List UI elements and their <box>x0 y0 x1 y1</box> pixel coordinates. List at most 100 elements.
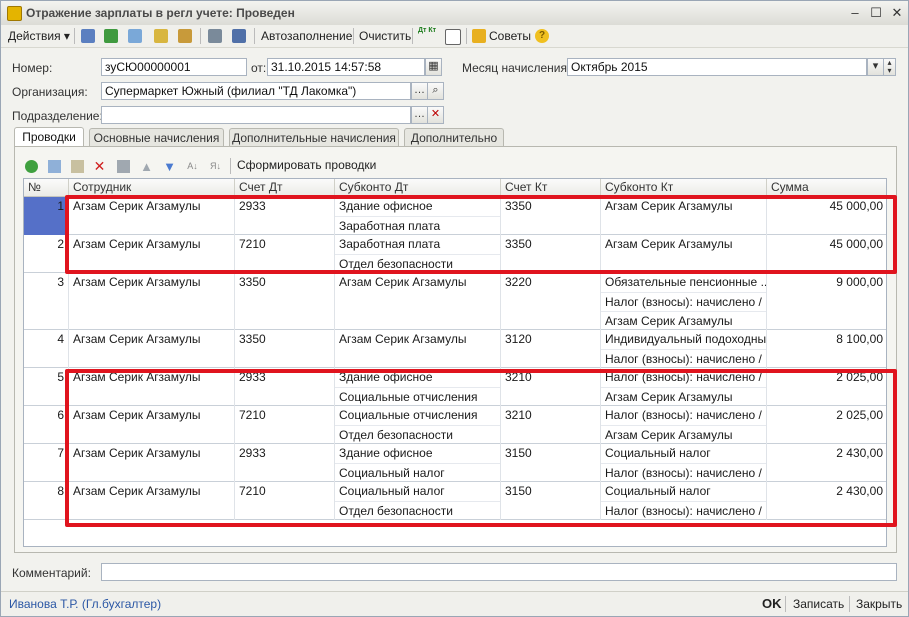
table-row[interactable]: 4 Агзам Серик Агзамулы 3350 Агзам Серик Агз… <box>24 330 886 368</box>
org-select-button[interactable]: … <box>411 82 428 100</box>
current-user-link[interactable]: Иванова Т.Р. (Гл.бухгалтер) <box>9 597 161 611</box>
cell-text: Агзам Серик Агзамулы <box>73 332 201 346</box>
cell-text: Агзам Серик Агзамулы <box>339 332 467 346</box>
cell-text: 3120 <box>505 332 532 346</box>
post-icon[interactable] <box>81 29 95 43</box>
ok-button[interactable]: OK <box>762 596 782 611</box>
cell-text: 6 <box>57 408 64 422</box>
tree-icon[interactable] <box>232 29 246 43</box>
copy-row-icon[interactable] <box>48 160 61 173</box>
col-debit-account[interactable]: Счет Дт <box>235 179 335 196</box>
cell-n[interactable]: 5 <box>24 368 69 406</box>
tab-additional[interactable]: Дополнительно <box>404 128 504 146</box>
month-stepper-icon[interactable]: ▴ ▾ <box>883 58 896 76</box>
cell-text: Налог (взносы): начислено / ... <box>601 292 766 311</box>
refresh-icon[interactable] <box>104 29 118 43</box>
close-button[interactable]: Закрыть <box>856 597 902 611</box>
date-label: от: <box>251 61 267 75</box>
cell-text: 3220 <box>505 275 532 289</box>
cell-dt[interactable]: 3350 <box>235 330 335 368</box>
save-button[interactable]: Записать <box>793 597 844 611</box>
date-field[interactable]: 31.10.2015 14:57:58 <box>267 58 425 76</box>
title-bar: Отражение зарплаты в регл учете: Проведе… <box>1 1 908 26</box>
help-icon[interactable]: ? <box>535 29 549 43</box>
autofill-button[interactable]: Автозаполнение <box>261 27 352 45</box>
print-icon[interactable] <box>445 29 461 45</box>
cell-n[interactable]: 8 <box>24 482 69 520</box>
org-open-icon[interactable]: ⌕ <box>427 82 444 100</box>
col-debit-subconto[interactable]: Субконто Дт <box>335 179 501 196</box>
cell-text: Агзам Серик Агзамулы <box>73 275 201 289</box>
col-credit-account[interactable]: Счет Кт <box>501 179 601 196</box>
col-employee[interactable]: Сотрудник <box>69 179 235 196</box>
cell-sum[interactable]: 9 000,00 <box>767 273 886 330</box>
cell-text: Агзам Серик Агзамулы <box>339 275 467 289</box>
month-dropdown-icon[interactable]: ▾ <box>867 58 884 76</box>
cell-n[interactable]: 3 <box>24 273 69 330</box>
cell-text: 8 100,00 <box>836 332 883 346</box>
delete-row-icon[interactable]: ✕ <box>93 159 106 173</box>
cell-text: 3350 <box>239 332 266 346</box>
tab-postings[interactable]: Проводки <box>14 127 84 147</box>
cell-kt[interactable]: 3120 <box>501 330 601 368</box>
toolbar: Действия ▾ Автозаполнение Очистить Дт Кт… <box>1 25 908 48</box>
cell-sub-kt[interactable]: Индивидуальный подоходны... Налог (взносы… <box>601 330 767 368</box>
month-field[interactable]: Октябрь 2015 <box>567 58 867 76</box>
window-title: Отражение зарплаты в регл учете: Проведе… <box>26 6 295 20</box>
clear-button[interactable]: Очистить <box>359 27 411 45</box>
status-bar: Иванова Т.Р. (Гл.бухгалтер) OK Записать … <box>1 591 908 616</box>
tips-button[interactable]: Советы <box>489 27 531 45</box>
edit-row-icon[interactable] <box>71 160 84 173</box>
cell-employee[interactable]: Агзам Серик Агзамулы <box>69 273 235 330</box>
division-clear-icon[interactable]: ✕ <box>427 106 444 124</box>
copy-icon[interactable] <box>128 29 142 43</box>
col-credit-subconto[interactable]: Субконто Кт <box>601 179 767 196</box>
cell-employee[interactable]: Агзам Серик Агзамулы <box>69 330 235 368</box>
cell-text: 2 <box>57 237 64 251</box>
comment-field[interactable] <box>101 563 897 581</box>
number-field[interactable]: зуСЮ00000001 <box>101 58 247 76</box>
cell-sub-dt[interactable]: Агзам Серик Агзамулы <box>335 330 501 368</box>
list-icon[interactable] <box>208 29 222 43</box>
maximize-icon[interactable]: ☐ <box>867 4 885 21</box>
calendar-icon[interactable]: ▦ <box>425 58 442 76</box>
cell-dt[interactable]: 3350 <box>235 273 335 330</box>
cell-n[interactable]: 6 <box>24 406 69 444</box>
basis-icon[interactable] <box>154 29 168 43</box>
structure-icon[interactable] <box>178 29 192 43</box>
tab-main-accruals[interactable]: Основные начисления <box>89 128 224 146</box>
month-label: Месяц начисления: <box>462 61 571 75</box>
cell-text: Агзам Серик Агзамулы <box>601 311 766 330</box>
minimize-icon[interactable]: – <box>846 4 864 21</box>
move-up-icon[interactable]: ▲ <box>140 160 153 173</box>
cell-sum[interactable]: 8 100,00 <box>767 330 886 368</box>
cell-kt[interactable]: 3220 <box>501 273 601 330</box>
cell-n[interactable]: 2 <box>24 235 69 273</box>
division-select-button[interactable]: … <box>411 106 428 124</box>
cell-n[interactable]: 7 <box>24 444 69 482</box>
save-row-icon[interactable] <box>117 160 130 173</box>
cell-sub-kt[interactable]: Обязательные пенсионные ... Налог (взносы… <box>601 273 767 330</box>
cell-n[interactable]: 1 <box>24 197 69 235</box>
col-sum[interactable]: Сумма <box>767 179 886 196</box>
cell-n[interactable]: 4 <box>24 330 69 368</box>
move-down-icon[interactable]: ▼ <box>163 160 176 173</box>
sort-desc-icon[interactable]: Я↓ <box>209 160 222 173</box>
app-icon <box>7 6 22 21</box>
cell-sub-dt[interactable]: Агзам Серик Агзамулы <box>335 273 501 330</box>
generate-postings-button[interactable]: Сформировать проводки <box>237 158 376 172</box>
tab-additional-accruals[interactable]: Дополнительные начисления <box>229 128 399 146</box>
cell-text: Обязательные пенсионные ... <box>605 275 767 289</box>
org-field[interactable]: Супермаркет Южный (филиал "ТД Лакомка") <box>101 82 411 100</box>
org-label: Организация: <box>12 85 88 99</box>
table-row[interactable]: 3 Агзам Серик Агзамулы 3350 Агзам Серик Агз… <box>24 273 886 330</box>
dtkt-report-button[interactable]: Дт Кт <box>418 27 436 45</box>
actions-menu[interactable]: Действия ▾ <box>8 27 70 45</box>
add-row-icon[interactable] <box>25 160 38 173</box>
cell-text: 9 000,00 <box>836 275 883 289</box>
cell-text: 5 <box>57 370 64 384</box>
close-icon[interactable]: ✕ <box>888 4 906 21</box>
sort-asc-icon[interactable]: A↓ <box>186 160 199 173</box>
division-field[interactable] <box>101 106 411 124</box>
col-number[interactable]: № <box>24 179 69 196</box>
